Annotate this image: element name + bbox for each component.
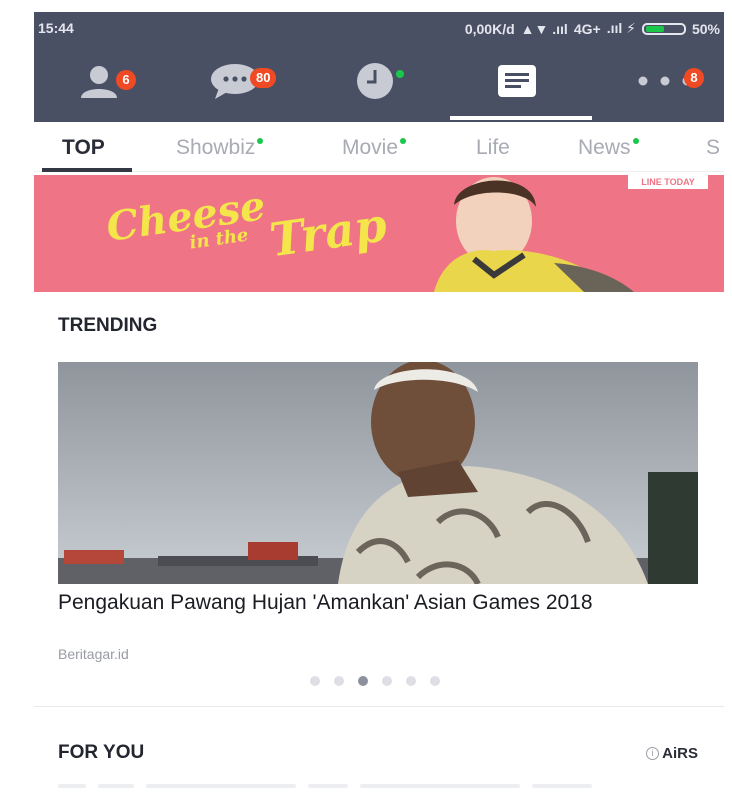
new-dot xyxy=(400,138,407,144)
category-tab-news[interactable]: News xyxy=(578,136,639,160)
tab-timeline[interactable] xyxy=(310,40,440,122)
trending-hero-image[interactable] xyxy=(58,362,698,584)
signal-icon-2: .ııl ⚡ xyxy=(606,20,636,36)
category-tab-label: S xyxy=(706,136,721,159)
tab-news[interactable] xyxy=(452,40,582,122)
category-tab-life[interactable]: Life xyxy=(476,136,510,160)
tab-chats[interactable]: 80 xyxy=(170,40,300,122)
channel-logo: LINE TODAY xyxy=(628,175,708,189)
network-speed: 0,00K/d xyxy=(464,20,515,37)
carousel-dot[interactable] xyxy=(358,676,368,686)
category-tab-label: Showbiz xyxy=(176,136,256,159)
carousel-dot[interactable] xyxy=(406,676,416,686)
tab-friends[interactable]: 6 xyxy=(34,40,164,122)
battery-fill xyxy=(645,25,664,32)
status-indicators: 0,00K/d ▲▼ .ııl 4G+ .ııl ⚡ 50% xyxy=(465,20,720,37)
category-tab-label: TOP xyxy=(62,136,105,159)
category-active-indicator xyxy=(42,168,132,172)
friends-badge: 6 xyxy=(116,70,136,90)
battery-icon xyxy=(641,22,686,35)
new-dot xyxy=(257,138,264,144)
trending-headline[interactable]: Pengakuan Pawang Hujan 'Amankan' Asian G… xyxy=(58,590,678,615)
app-screen: 15:44 0,00K/d ▲▼ .ııl 4G+ .ııl ⚡ 50% 6 8… xyxy=(34,12,724,794)
signal-icon: ▲▼ .ııl xyxy=(520,20,568,37)
timeline-icon xyxy=(357,63,393,99)
info-icon: i xyxy=(646,747,660,760)
category-tab-partial[interactable]: S xyxy=(706,136,720,160)
battery-percent: 50% xyxy=(691,20,720,37)
carousel-indicator xyxy=(310,676,440,686)
for-you-placeholder xyxy=(58,784,698,790)
for-you-title: FOR YOU xyxy=(58,742,145,763)
news-icon xyxy=(498,65,536,97)
new-dot xyxy=(632,138,639,144)
category-tab-label: Life xyxy=(476,136,510,159)
active-tab-indicator xyxy=(450,116,592,120)
airs-label: AiRS xyxy=(662,745,698,762)
main-tab-bar: 6 80 8 xyxy=(34,40,724,122)
banner-portrait-image xyxy=(434,177,634,292)
chats-badge: 80 xyxy=(250,68,277,88)
status-time: 15:44 xyxy=(38,20,74,36)
category-tab-label: Movie xyxy=(342,136,399,159)
timeline-new-dot xyxy=(396,70,404,78)
trending-source: Beritagar.id xyxy=(58,646,129,662)
network-type: 4G+ xyxy=(573,20,601,37)
category-tabs: TOP Showbiz Movie Life News S xyxy=(34,122,724,172)
category-tab-showbiz[interactable]: Showbiz xyxy=(176,136,264,160)
promo-banner[interactable]: Cheese in the Trap LINE TODAY xyxy=(34,175,724,292)
section-divider xyxy=(34,706,724,707)
carousel-dot[interactable] xyxy=(310,676,320,686)
airs-info-button[interactable]: i AiRS xyxy=(646,745,698,762)
banner-title-line3: Trap xyxy=(266,197,390,268)
carousel-dot[interactable] xyxy=(334,676,344,686)
category-tab-label: News xyxy=(578,136,631,159)
status-bar: 15:44 0,00K/d ▲▼ .ııl 4G+ .ııl ⚡ 50% xyxy=(34,12,724,40)
banner-title: Cheese in the Trap xyxy=(104,182,390,267)
more-badge: 8 xyxy=(684,68,704,88)
trending-title: TRENDING xyxy=(58,315,158,336)
category-tab-movie[interactable]: Movie xyxy=(342,136,407,160)
carousel-dot[interactable] xyxy=(382,676,392,686)
carousel-dot[interactable] xyxy=(430,676,440,686)
category-tab-top[interactable]: TOP xyxy=(62,136,105,160)
tab-more[interactable]: 8 xyxy=(600,40,724,122)
